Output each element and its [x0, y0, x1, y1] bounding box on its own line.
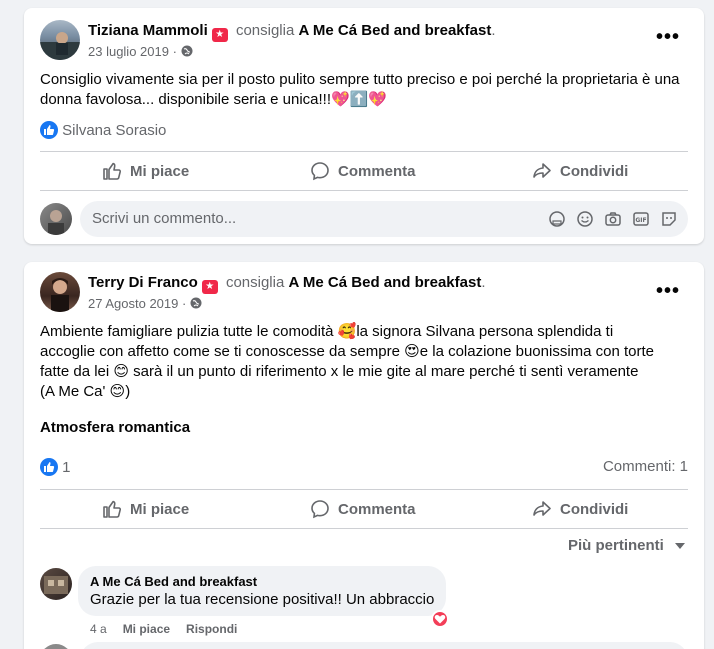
comment-text: Grazie per la tua recensione positiva!! …: [90, 591, 435, 608]
post-text: Consiglio vivamente sia per il posto pul…: [40, 70, 688, 110]
author-avatar[interactable]: [40, 20, 80, 60]
share-label: Condividi: [560, 500, 629, 518]
meta-separator: ·: [181, 296, 187, 311]
comment-author[interactable]: A Me Cá Bed and breakfast: [90, 574, 434, 589]
reactions-summary[interactable]: Silvana Sorasio: [40, 121, 166, 139]
post-body-line: Ambiente famigliare pulizia tutte le com…: [40, 323, 614, 340]
comment-placeholder: Scrivi un commento...: [92, 210, 237, 227]
comment-input[interactable]: [80, 642, 688, 649]
recommend-badge-icon: ★: [201, 280, 218, 294]
comment-button[interactable]: Commenta: [310, 161, 416, 181]
gif-icon[interactable]: GIF: [632, 210, 650, 228]
post-text: Ambiente famigliare pulizia tutte le com…: [40, 322, 688, 402]
post-body-line: (A Me Ca' 😊): [40, 383, 131, 400]
post-card: Terry Di Franco ★ consiglia A Me Cá Bed a…: [24, 262, 704, 649]
sticker-icon[interactable]: [660, 210, 678, 228]
share-arrow-icon: [533, 501, 551, 516]
post-highlight: Atmosfera romantica: [40, 419, 191, 436]
post-header: Tiziana Mammoli ★ consiglia A Me Cá Bed a…: [88, 22, 496, 42]
globe-icon: [190, 297, 202, 309]
sort-label: Più pertinenti: [567, 537, 664, 554]
post-body-line: accoglie con affetto come se ti conosces…: [40, 343, 655, 360]
thumbs-up-icon: [103, 162, 122, 180]
like-button[interactable]: Mi piace: [102, 499, 189, 519]
svg-text:GIF: GIF: [635, 217, 646, 224]
thumbs-up-icon: [103, 500, 122, 518]
post-body-line: fatte da lei 😊 sarà il un punto di rifer…: [40, 363, 639, 380]
comment-label: Commenta: [338, 162, 416, 180]
comment-button[interactable]: Commenta: [310, 499, 416, 519]
reactor-name[interactable]: Silvana Sorasio: [62, 122, 166, 139]
like-label: Mi piace: [130, 162, 190, 180]
author-name[interactable]: Tiziana Mammoli: [88, 22, 208, 39]
share-button[interactable]: Condividi: [532, 161, 628, 181]
emoji-icon[interactable]: [576, 210, 594, 228]
more-options-icon[interactable]: •••: [656, 280, 680, 303]
post-meta: 23 luglio 2019 ·: [88, 44, 193, 59]
love-reaction-icon[interactable]: [431, 610, 449, 628]
recommend-verb: consiglia: [235, 22, 295, 39]
post-meta: 27 Agosto 2019 ·: [88, 296, 202, 311]
comment-bubble: A Me Cá Bed and breakfast Grazie per la …: [78, 566, 447, 616]
meta-separator: ·: [172, 44, 177, 59]
reactions-summary[interactable]: 1: [40, 458, 71, 476]
comment-bubble-icon: [311, 500, 329, 519]
post-date[interactable]: 23 luglio 2019: [88, 44, 169, 59]
comment-bubble-icon: [311, 162, 329, 181]
thumbs-up-icon: [40, 121, 58, 139]
thumbs-up-icon: [40, 458, 58, 476]
post-body: Consiglio vivamente sia per il posto pul…: [40, 71, 680, 108]
divider: [40, 151, 688, 152]
recommend-badge-icon: ★: [211, 28, 228, 42]
post-header: Terry Di Franco ★ consiglia A Me Cá Bed a…: [88, 274, 486, 294]
comment-sort-dropdown[interactable]: Più pertinenti: [568, 537, 686, 554]
page-name-link[interactable]: A Me Cá Bed and breakfast: [298, 22, 491, 39]
current-user-avatar[interactable]: [40, 644, 72, 649]
page-name-link[interactable]: A Me Cá Bed and breakfast: [288, 274, 481, 291]
comment-input[interactable]: Scrivi un commento... GIF: [80, 201, 688, 237]
comments-count[interactable]: Commenti: 1: [603, 458, 688, 475]
camera-icon[interactable]: [604, 210, 622, 228]
share-label: Condividi: [560, 162, 629, 180]
current-user-avatar[interactable]: [40, 203, 72, 235]
globe-icon: [181, 45, 193, 57]
divider: [40, 190, 688, 191]
comment-timestamp[interactable]: 4 a: [90, 622, 107, 636]
like-button[interactable]: Mi piace: [102, 161, 189, 181]
page-avatar[interactable]: [40, 568, 72, 600]
comment-reply-button[interactable]: Rispondi: [186, 622, 237, 636]
reaction-count[interactable]: 1: [62, 459, 70, 476]
author-name[interactable]: Terry Di Franco: [88, 274, 198, 291]
recommend-verb: consiglia: [225, 274, 285, 291]
author-avatar[interactable]: [40, 272, 80, 312]
divider: [40, 489, 688, 490]
share-button[interactable]: Condividi: [532, 499, 628, 519]
comment-like-button[interactable]: Mi piace: [123, 622, 170, 636]
like-label: Mi piace: [130, 500, 190, 518]
divider: [40, 528, 688, 529]
more-options-icon[interactable]: •••: [656, 26, 680, 49]
post-date[interactable]: 27 Agosto 2019: [88, 296, 178, 311]
chevron-down-icon: [675, 543, 685, 549]
comment-label: Commenta: [338, 500, 416, 518]
post-card: Tiziana Mammoli ★ consiglia A Me Cá Bed a…: [24, 8, 704, 244]
comment-actions: 4 a Mi piace Rispondi: [90, 622, 237, 636]
avatar-sticker-icon[interactable]: [548, 210, 566, 228]
share-arrow-icon: [533, 163, 551, 178]
